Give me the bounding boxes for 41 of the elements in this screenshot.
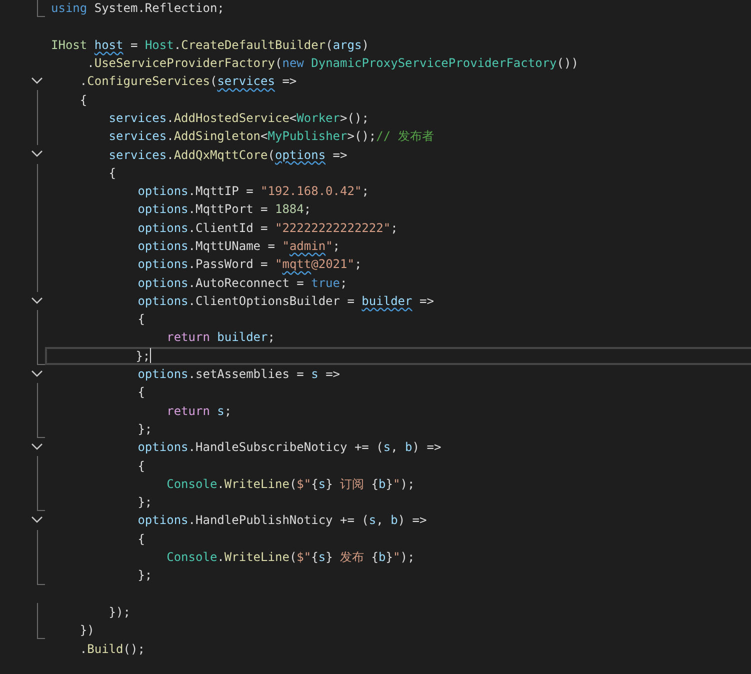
code-line: using System.Reflection;	[51, 1, 224, 16]
code-line: Console.WriteLine($"{s} 发布 {b}");	[166, 550, 415, 564]
code-line: {	[136, 458, 145, 473]
code-line: options.MqttIP = "192.168.0.42";	[136, 184, 369, 198]
code-line: {	[136, 385, 145, 400]
code-line: options.AutoReconnect = true;	[136, 276, 348, 290]
code-line: })	[78, 623, 94, 638]
code-line: };	[134, 348, 150, 363]
code-line: .Build();	[78, 642, 145, 656]
code-line: };	[136, 568, 152, 582]
code-line: IHost host = Host.CreateDefaultBuilder(args)	[51, 38, 369, 52]
code-line: };	[136, 422, 152, 436]
code-line: };	[136, 495, 152, 510]
code-line: {	[136, 532, 145, 546]
collapse-chevron-icon[interactable]	[31, 443, 43, 452]
code-line: services.AddSingleton<MyPublisher>();// 发布者	[108, 129, 434, 144]
code-line: options.HandleSubscribeNoticy += (s, b) =>	[136, 440, 442, 454]
code-line: services.AddQxMqttCore(options =>	[108, 148, 348, 162]
code-line: options.setAssemblies = s =>	[136, 367, 340, 382]
code-line: return builder;	[166, 330, 275, 344]
collapse-chevron-icon[interactable]	[31, 516, 43, 524]
code-line: });	[108, 604, 130, 619]
code-line: .ConfigureServices(services =>	[78, 74, 297, 88]
code-line: options.MqttPort = 1884;	[136, 202, 312, 216]
code-line: {	[108, 166, 116, 180]
code-line: options.HandlePublishNoticy += (s, b) =>	[136, 513, 427, 528]
collapse-chevron-icon[interactable]	[31, 150, 43, 158]
code-line: options.MqttUName = "admin";	[136, 239, 340, 253]
collapse-chevron-icon[interactable]	[31, 77, 43, 86]
code-line: options.ClientOptionsBuilder = builder =>	[136, 294, 434, 308]
collapse-chevron-icon[interactable]	[31, 370, 43, 378]
code-line: Console.WriteLine($"{s} 订阅 {b}");	[166, 476, 415, 491]
collapse-chevron-icon[interactable]	[31, 296, 43, 305]
code-line: options.ClientId = "22222222222222";	[136, 220, 398, 235]
code-line: {	[78, 92, 88, 107]
code-line: {	[136, 312, 145, 326]
code-line: .UseServiceProviderFactory(new DynamicProxyServiceProviderFactory())	[86, 56, 578, 70]
code-line: services.AddHostedService<Worker>();	[108, 110, 369, 125]
code-line: return s;	[166, 404, 232, 418]
text-cursor	[150, 348, 152, 364]
code-line: options.PassWord = "mqtt@2021";	[136, 257, 362, 272]
